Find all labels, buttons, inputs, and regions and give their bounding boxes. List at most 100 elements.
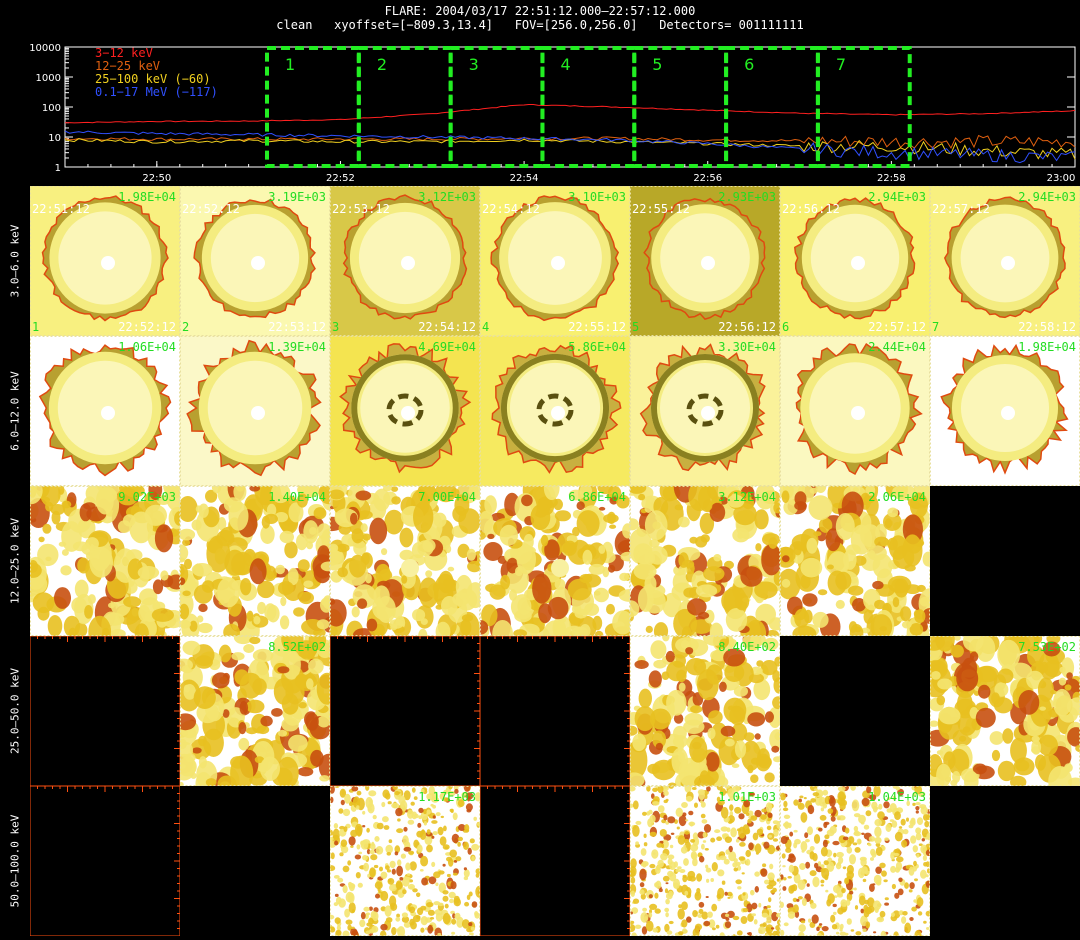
emission-blob <box>817 589 828 596</box>
emission-blob <box>418 807 424 813</box>
emission-blob <box>768 537 778 549</box>
emission-blob <box>370 854 378 861</box>
image-panel: 1.40E+04 <box>180 486 330 636</box>
emission-blob <box>619 572 630 582</box>
image-panel: 1.98E+04 22:51:12 22:52:12 1 <box>30 186 180 336</box>
emission-blob <box>769 863 774 870</box>
emission-blob <box>701 843 705 850</box>
emission-blob <box>154 524 174 553</box>
emission-blob <box>901 620 912 629</box>
emission-blob <box>740 916 748 924</box>
x-tick-label: 23:00 <box>1047 173 1076 184</box>
emission-blob <box>317 715 330 728</box>
emission-blob <box>249 636 261 645</box>
emission-blob <box>754 843 762 854</box>
panel-graphic <box>30 636 180 786</box>
emission-blob <box>874 826 882 838</box>
emission-blob <box>915 806 920 811</box>
interval-index: 3 <box>332 320 340 334</box>
emission-blob <box>385 865 390 870</box>
emission-blob <box>316 619 330 630</box>
emission-blob <box>874 599 886 610</box>
emission-blob <box>635 841 639 846</box>
empty-panel-axes <box>30 786 180 936</box>
interval-start-time: 22:52:12 <box>182 202 240 216</box>
emission-blob <box>384 792 391 800</box>
emission-blob <box>413 796 418 800</box>
emission-blob <box>350 845 354 848</box>
emission-blob <box>702 832 707 838</box>
emission-blob <box>419 829 427 840</box>
emission-blob <box>337 567 348 578</box>
emission-blob <box>879 910 886 918</box>
interval-end-time: 22:53:12 <box>268 320 326 334</box>
emission-blob <box>432 831 438 836</box>
emission-blob <box>703 566 725 582</box>
emission-blob <box>58 541 67 547</box>
emission-blob <box>523 533 534 550</box>
image-panel: 2.94E+03 22:57:12 22:58:12 7 <box>930 186 1080 336</box>
emission-blob <box>923 862 928 867</box>
emission-blob <box>750 774 759 783</box>
emission-blob <box>343 826 348 832</box>
emission-blob <box>783 814 791 819</box>
emission-blob <box>362 810 366 815</box>
emission-blob <box>681 901 688 910</box>
emission-blob <box>607 511 616 524</box>
emission-blob <box>830 816 836 822</box>
emission-blob <box>427 909 435 916</box>
emission-blob <box>799 863 806 870</box>
emission-blob <box>827 808 834 814</box>
emission-blob <box>700 813 706 819</box>
emission-blob <box>410 921 417 930</box>
emission-blob <box>865 810 872 817</box>
image-panel: 7.53E+02 <box>930 636 1080 786</box>
emission-blob <box>851 799 860 812</box>
emission-blob <box>678 904 682 909</box>
image-panel <box>330 636 480 786</box>
emission-blob <box>878 803 883 810</box>
emission-blob <box>438 570 454 594</box>
emission-blob <box>898 877 903 883</box>
image-panel <box>480 636 630 786</box>
emission-blob <box>42 523 52 534</box>
image-panel: 1.04E+03 <box>780 786 930 936</box>
emission-blob <box>280 596 287 607</box>
emission-blob <box>677 835 686 845</box>
emission-blob <box>842 836 849 841</box>
emission-blob <box>370 843 376 850</box>
y-tick-label: 10 <box>48 133 61 144</box>
emission-blob <box>771 745 780 753</box>
interval-start-time: 22:55:12 <box>632 202 690 216</box>
emission-blob <box>403 846 412 852</box>
emission-blob <box>798 798 802 803</box>
emission-blob <box>788 864 795 873</box>
emission-blob <box>926 927 930 930</box>
emission-blob <box>297 559 310 572</box>
emission-blob <box>681 919 688 928</box>
emission-blob <box>800 841 808 852</box>
empty-panel-axes <box>480 636 630 786</box>
emission-blob <box>223 497 243 513</box>
emission-blob <box>369 849 375 855</box>
image-panel: 2.94E+03 22:56:12 22:57:12 6 <box>780 186 930 336</box>
emission-blob <box>344 793 351 804</box>
emission-blob <box>411 787 416 793</box>
emission-blob <box>444 903 449 909</box>
emission-blob <box>380 871 388 879</box>
emission-blob <box>437 826 444 836</box>
emission-blob <box>433 901 441 906</box>
emission-blob <box>51 510 61 525</box>
emission-blob <box>812 876 820 888</box>
interval-label: 1 <box>285 55 295 74</box>
emission-blob <box>901 839 908 848</box>
emission-blob <box>374 836 380 842</box>
emission-blob <box>812 792 820 797</box>
peak-value: 2.93E+03 <box>718 190 776 204</box>
emission-blob <box>796 898 800 902</box>
emission-blob <box>875 846 883 856</box>
interval-index: 7 <box>932 320 940 334</box>
emission-blob <box>844 827 850 834</box>
emission-blob <box>606 603 615 615</box>
emission-blob <box>738 856 746 861</box>
